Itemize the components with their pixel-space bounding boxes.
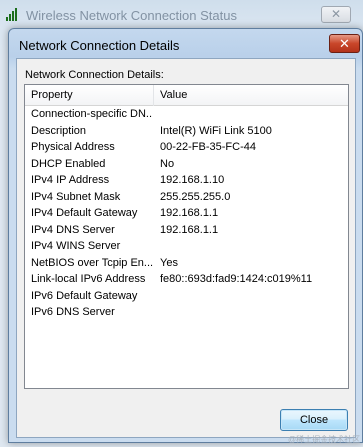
watermark: @稀土掘金技术社区 [288, 435, 361, 444]
row-property: IPv4 IP Address [31, 174, 110, 186]
table-row[interactable]: IPv4 IP Address 192.168.1.10 [25, 173, 348, 190]
table-row[interactable]: Connection-specific DN... [25, 107, 348, 124]
close-button[interactable]: Close [280, 409, 348, 431]
dialog-body: Network Connection Details: Property Val… [16, 58, 356, 438]
row-property: Link-local IPv6 Address [31, 273, 146, 285]
row-value: Intel(R) WiFi Link 5100 [160, 124, 272, 137]
table-row[interactable]: IPv4 Subnet Mask 255.255.255.0 [25, 190, 348, 207]
row-value: 192.168.1.10 [160, 174, 225, 186]
row-property: IPv4 Default Gateway [31, 207, 138, 219]
row-value: 255.255.255.0 [160, 190, 231, 203]
listview-rows: Connection-specific DN... Description Inte… [25, 107, 348, 322]
table-row[interactable]: IPv4 WINS Server [25, 239, 348, 256]
table-row[interactable]: NetBIOS over Tcpip En... Yes [25, 256, 348, 273]
section-label: Network Connection Details: [25, 69, 164, 81]
row-property: IPv6 DNS Server [31, 306, 115, 318]
background-close-icon[interactable]: ✕ [321, 6, 351, 23]
network-connection-details-dialog: Network Connection Details ✕ Network Con… [8, 28, 363, 443]
column-header-property[interactable]: Property [25, 85, 154, 106]
row-value: 192.168.1.1 [160, 207, 219, 219]
signal-bars-icon [6, 7, 22, 21]
background-titlebar: Wireless Network Connection Status ✕ [0, 0, 363, 30]
dialog-title: Network Connection Details [19, 38, 180, 53]
table-row[interactable]: Link-local IPv6 Address fe80::693d:fad9:1… [25, 272, 348, 289]
background-window-title: Wireless Network Connection Status [26, 8, 237, 23]
table-row[interactable]: IPv6 DNS Server [25, 305, 348, 322]
row-value: fe80::693d:fad9:1424:c019%11 [160, 273, 313, 285]
row-value: Yes [160, 256, 178, 269]
row-property: Connection-specific DN... [31, 108, 153, 120]
row-value: No [160, 157, 175, 170]
table-row[interactable]: IPv4 DNS Server 192.168.1.1 [25, 223, 348, 240]
table-row[interactable]: IPv6 Default Gateway [25, 289, 348, 306]
column-header-value[interactable]: Value [154, 85, 348, 106]
table-row[interactable]: IPv4 Default Gateway 192.168.1.1 [25, 206, 348, 223]
row-value: 00-22-FB-35-FC-44 [160, 141, 256, 153]
table-row[interactable]: Description Intel(R) WiFi Link 5100 [25, 124, 348, 141]
row-property: IPv4 Subnet Mask [31, 190, 121, 203]
row-property: NetBIOS over Tcpip En... [31, 256, 153, 269]
row-property: IPv4 WINS Server [31, 240, 121, 252]
row-property: Description [31, 124, 87, 137]
details-listview[interactable]: Property Value Connection-specific DN...… [24, 84, 349, 389]
row-property: Physical Address [31, 141, 115, 153]
row-property: IPv4 DNS Server [31, 223, 115, 236]
listview-header: Property Value [25, 85, 348, 106]
table-row[interactable]: Physical Address 00-22-FB-35-FC-44 [25, 140, 348, 157]
table-row[interactable]: DHCP Enabled No [25, 157, 348, 174]
row-property: IPv6 Default Gateway [31, 289, 138, 302]
row-value: 192.168.1.1 [160, 223, 219, 236]
dialog-close-icon[interactable]: ✕ [329, 34, 360, 53]
row-property: DHCP Enabled [31, 157, 106, 170]
